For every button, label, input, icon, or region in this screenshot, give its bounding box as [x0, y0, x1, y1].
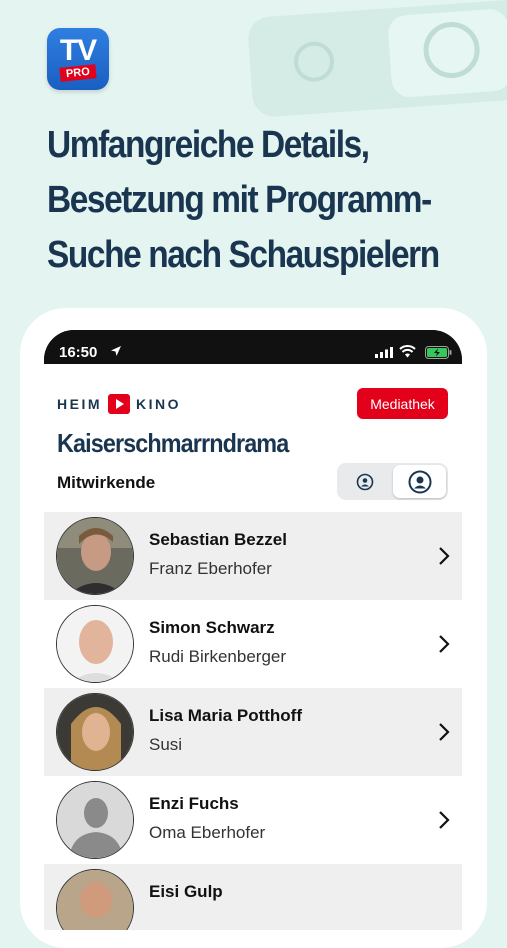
promo-headline: Umfangreiche Details, Besetzung mit Prog… [47, 118, 487, 283]
actor-name: Enzi Fuchs [149, 794, 239, 813]
person-small-icon [356, 473, 374, 490]
view-toggle-large[interactable] [393, 465, 446, 498]
view-toggle-small[interactable] [339, 465, 391, 498]
heimkino-brand: HEIM KINO [57, 394, 181, 414]
actor-name: Simon Schwarz [149, 618, 275, 637]
headline-line: Suche nach Schauspielern [47, 234, 440, 276]
actor-name: Lisa Maria Potthoff [149, 706, 303, 725]
actor-photo [56, 693, 134, 771]
cast-list: Sebastian Bezzel Franz Eberhofer Simon S… [44, 512, 462, 930]
actor-photo [56, 605, 134, 683]
wifi-icon [399, 345, 416, 358]
screen-top [44, 364, 462, 378]
background-decoration-toggle [246, 0, 507, 118]
actor-name: Eisi Gulp [149, 882, 223, 901]
person-large-icon [408, 470, 431, 493]
view-toggle [337, 463, 448, 500]
logo-tv-text: TV [59, 34, 97, 67]
person-silhouette-icon [57, 782, 133, 858]
person-icon [292, 40, 336, 84]
logo-pro-text: PRO [59, 64, 97, 82]
chevron-right-icon [439, 811, 450, 829]
battery-charging-icon [425, 346, 452, 359]
status-time: 16:50 [59, 344, 98, 361]
app-logo: TV PRO [47, 28, 109, 90]
background-toggle-knob [387, 8, 507, 99]
headline-line: Besetzung mit Programm- [47, 179, 432, 221]
cast-row[interactable]: Simon Schwarz Rudi Birkenberger [44, 600, 462, 688]
mediathek-button[interactable]: Mediathek [357, 388, 448, 419]
chevron-right-icon [439, 723, 450, 741]
actor-role: Oma Eberhofer [149, 823, 266, 842]
page-title: Kaiserschmarrndrama [57, 428, 289, 458]
cast-row[interactable]: Lisa Maria Potthoff Susi [44, 688, 462, 776]
brand-left-text: HEIM [57, 396, 102, 412]
actor-photo-placeholder [56, 781, 134, 859]
headline-line: Umfangreiche Details, [47, 124, 370, 166]
signal-icon [375, 347, 393, 358]
actor-photo [56, 517, 134, 595]
actor-role: Franz Eberhofer [149, 559, 272, 578]
person-icon [421, 20, 482, 80]
chevron-right-icon [439, 547, 450, 565]
section-title: Mitwirkende [57, 473, 156, 492]
cast-row[interactable]: Eisi Gulp [44, 864, 462, 930]
actor-name: Sebastian Bezzel [149, 530, 287, 549]
chevron-right-icon [439, 635, 450, 653]
cast-row[interactable]: Enzi Fuchs Oma Eberhofer [44, 776, 462, 864]
play-icon [108, 394, 130, 414]
brand-right-text: KINO [136, 396, 181, 412]
cast-row[interactable]: Sebastian Bezzel Franz Eberhofer [44, 512, 462, 600]
phone-screen: 16:50 HEIM KINO Mediathek Kaiserschmarrn… [44, 330, 462, 930]
location-arrow-icon [111, 346, 121, 356]
actor-role: Susi [149, 735, 183, 754]
actor-role: Rudi Birkenberger [149, 647, 287, 666]
